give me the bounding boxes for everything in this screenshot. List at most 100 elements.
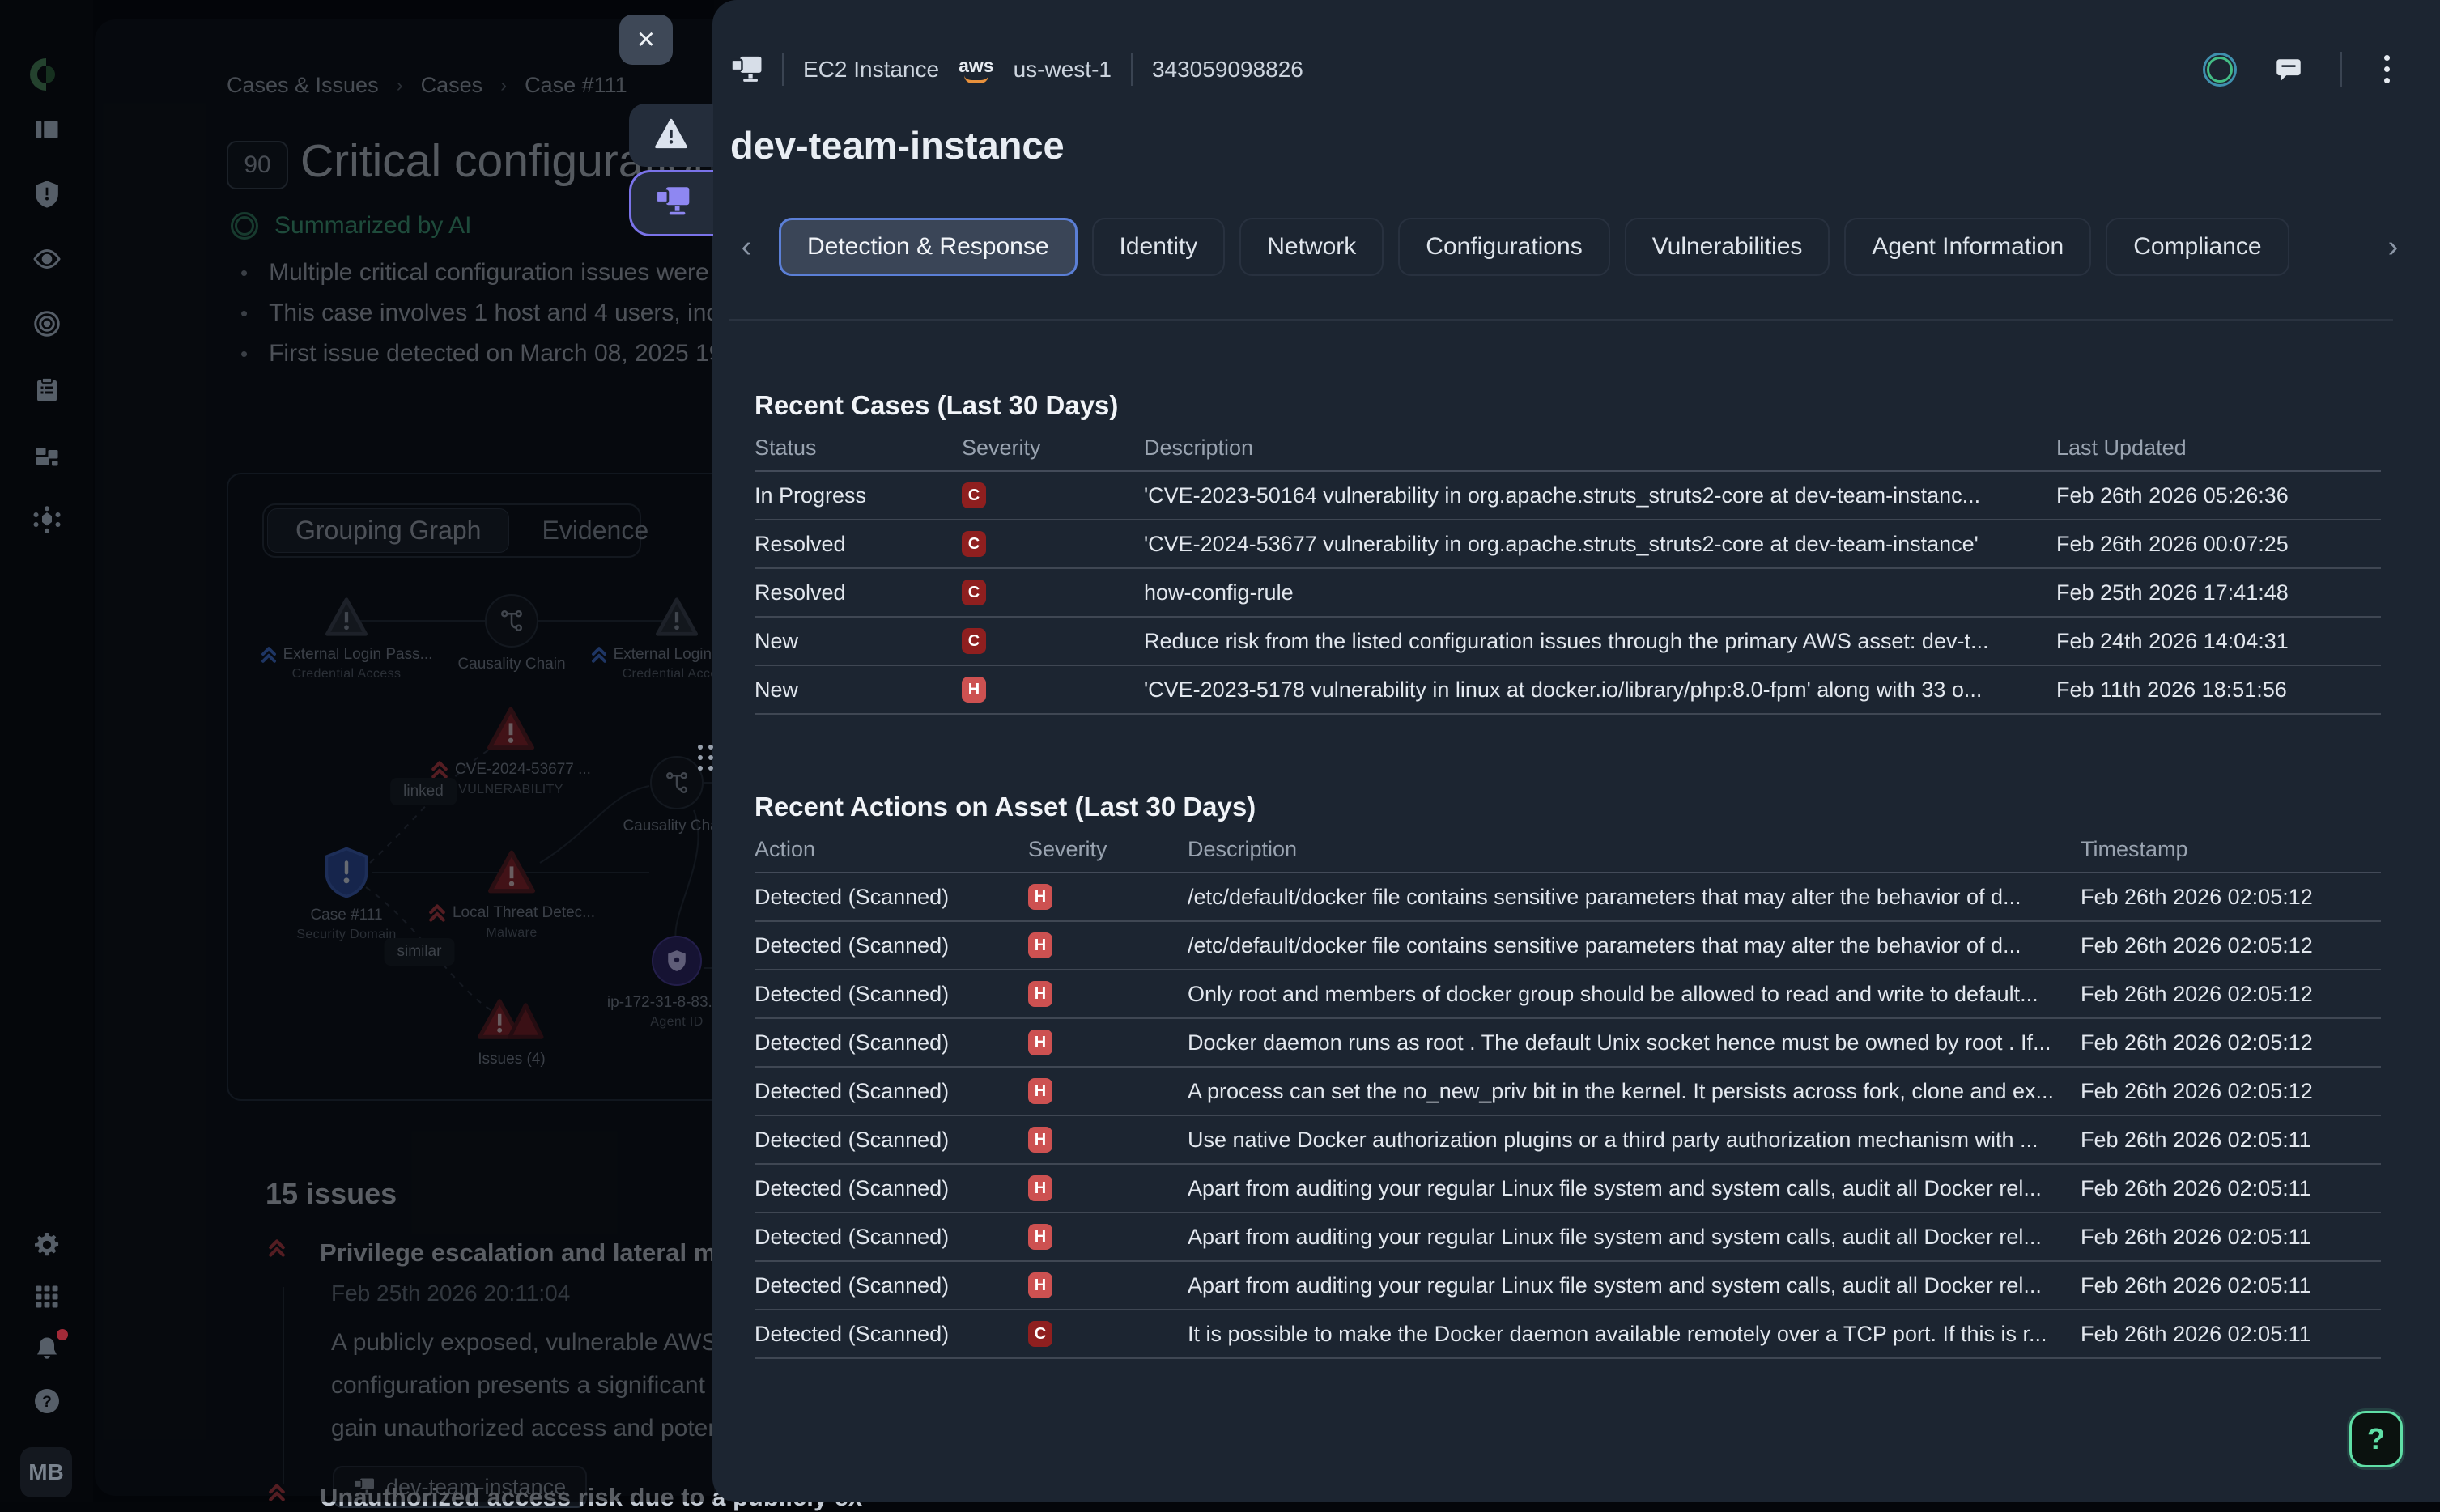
action-timestamp: Feb 26th 2026 02:05:11	[2081, 1273, 2381, 1298]
help-button[interactable]: ?	[2349, 1411, 2403, 1467]
tab-configurations[interactable]: Configurations	[1398, 218, 1609, 276]
action-type: Detected (Scanned)	[755, 1273, 1028, 1298]
action-severity: H	[1028, 1224, 1188, 1250]
tabs-scroll-left-icon[interactable]: ‹	[729, 229, 764, 265]
close-panel-button[interactable]: ×	[619, 15, 673, 65]
tab-vulnerabilities[interactable]: Vulnerabilities	[1625, 218, 1830, 276]
asset-title: dev-team-instance	[730, 123, 1065, 168]
table-row[interactable]: Detected (Scanned)HApart from auditing y…	[755, 1213, 2381, 1262]
dashboard-panels-icon[interactable]	[0, 104, 93, 155]
table-row[interactable]: NewCReduce risk from the listed configur…	[755, 618, 2381, 666]
table-row[interactable]: Detected (Scanned)HA process can set the…	[755, 1068, 2381, 1116]
case-status: Resolved	[755, 580, 962, 605]
table-row[interactable]: Detected (Scanned)CIt is possible to mak…	[755, 1310, 2381, 1359]
table-row[interactable]: Detected (Scanned)HApart from auditing y…	[755, 1262, 2381, 1310]
tabs-scroll-right-icon[interactable]: ›	[2375, 229, 2411, 265]
chat-icon[interactable]	[2274, 56, 2303, 83]
severity-badge: C	[1028, 1321, 1052, 1347]
action-severity: C	[1028, 1321, 1188, 1347]
column-header-description: Description	[1144, 435, 2056, 461]
recent-actions-title: Recent Actions on Asset (Last 30 Days)	[755, 792, 2381, 827]
case-last-updated: Feb 26th 2026 05:26:36	[2056, 483, 2381, 508]
table-row[interactable]: Detected (Scanned)HOnly root and members…	[755, 970, 2381, 1019]
user-avatar[interactable]: MB	[20, 1447, 72, 1497]
case-status: In Progress	[755, 483, 962, 508]
asset-monitor-icon	[655, 185, 691, 222]
action-type: Detected (Scanned)	[755, 982, 1028, 1007]
table-row[interactable]: Detected (Scanned)H Docker daemon runs as…	[755, 1019, 2381, 1068]
panel-resize-handle[interactable]	[698, 745, 713, 771]
gear-icon[interactable]	[0, 1221, 93, 1272]
action-severity: H	[1028, 1127, 1188, 1153]
action-description: Docker daemon runs as root . The default…	[1188, 1030, 2081, 1055]
table-row[interactable]: Detected (Scanned)H/etc/default/docker f…	[755, 922, 2381, 970]
shield-alert-icon[interactable]	[0, 168, 93, 220]
account-id-label: 343059098826	[1152, 57, 1303, 83]
table-row[interactable]: Detected (Scanned)HUse native Docker aut…	[755, 1116, 2381, 1165]
tab-compliance[interactable]: Compliance	[2106, 218, 2289, 276]
target-rings-icon[interactable]	[0, 298, 93, 350]
actions-divider	[2340, 52, 2342, 87]
severity-badge: H	[1028, 1127, 1052, 1153]
case-description: how-config-rule	[1144, 580, 2056, 605]
tab-detection-response[interactable]: Detection & Response	[779, 218, 1078, 276]
panel-actions	[2203, 50, 2395, 88]
warning-triangle-icon	[654, 118, 688, 153]
table-row[interactable]: ResolvedChow-config-ruleFeb 25th 2026 17…	[755, 569, 2381, 618]
column-header-timestamp: Timestamp	[2081, 837, 2381, 862]
case-status: New	[755, 677, 962, 703]
clipboard-list-icon[interactable]	[0, 364, 93, 416]
column-header-description: Description	[1188, 837, 2081, 862]
table-row[interactable]: ResolvedC'CVE-2024-53677 vulnerability i…	[755, 520, 2381, 569]
severity-badge: H	[1028, 1078, 1052, 1104]
action-description: Apart from auditing your regular Linux f…	[1188, 1225, 2081, 1250]
case-description: 'CVE-2023-5178 vulnerability in linux at…	[1144, 677, 2056, 703]
severity-badge: C	[962, 628, 986, 654]
tab-network[interactable]: Network	[1239, 218, 1384, 276]
kebab-menu-icon[interactable]	[2379, 50, 2395, 88]
action-timestamp: Feb 26th 2026 02:05:11	[2081, 1128, 2381, 1153]
action-timestamp: Feb 26th 2026 02:05:11	[2081, 1225, 2381, 1250]
tab-identity[interactable]: Identity	[1092, 218, 1226, 276]
case-severity: C	[962, 628, 1144, 654]
action-timestamp: Feb 26th 2026 02:05:12	[2081, 1079, 2381, 1104]
ai-assistant-icon[interactable]	[2203, 53, 2237, 87]
severity-badge: H	[1028, 884, 1052, 910]
action-timestamp: Feb 26th 2026 02:05:12	[2081, 1030, 2381, 1055]
case-description: Reduce risk from the listed configuratio…	[1144, 629, 2056, 654]
svg-text:?: ?	[42, 1392, 52, 1410]
tab-agent-information[interactable]: Agent Information	[1844, 218, 2091, 276]
action-timestamp: Feb 26th 2026 02:05:11	[2081, 1322, 2381, 1347]
severity-badge: H	[962, 677, 986, 703]
help-circle-icon[interactable]: ?	[0, 1377, 93, 1429]
case-description: 'CVE-2024-53677 vulnerability in org.apa…	[1144, 532, 2056, 557]
app-logo[interactable]	[27, 55, 66, 94]
column-header-action: Action	[755, 837, 1028, 862]
table-row[interactable]: NewH 'CVE-2023-5178 vulnerability in linu…	[755, 666, 2381, 715]
asset-tabs: ‹ Detection & ResponseIdentityNetworkCon…	[729, 217, 2411, 277]
severity-badge: H	[1028, 1224, 1052, 1250]
action-description: Apart from auditing your regular Linux f…	[1188, 1176, 2081, 1201]
table-row[interactable]: Detected (Scanned)H/etc/default/docker f…	[755, 873, 2381, 922]
action-description: Use native Docker authorization plugins …	[1188, 1128, 2081, 1153]
table-row[interactable]: Detected (Scanned)HApart from auditing y…	[755, 1165, 2381, 1213]
apps-grid-icon[interactable]	[0, 1272, 93, 1324]
recent-cases-title: Recent Cases (Last 30 Days)	[755, 390, 2381, 426]
case-last-updated: Feb 26th 2026 00:07:25	[2056, 532, 2381, 557]
alerts-side-tab[interactable]	[629, 104, 713, 167]
action-type: Detected (Scanned)	[755, 1322, 1028, 1347]
action-severity: H	[1028, 1030, 1188, 1055]
asset-side-tab-active[interactable]	[629, 170, 713, 236]
action-type: Detected (Scanned)	[755, 1079, 1028, 1104]
table-row[interactable]: In ProgressC'CVE-2023-50164 vulnerabilit…	[755, 472, 2381, 520]
action-description: /etc/default/docker file contains sensit…	[1188, 885, 2081, 910]
action-timestamp: Feb 26th 2026 02:05:12	[2081, 933, 2381, 958]
eye-icon[interactable]	[0, 233, 93, 285]
asset-blocks-icon[interactable]	[0, 429, 93, 481]
bell-icon[interactable]	[0, 1324, 93, 1376]
action-type: Detected (Scanned)	[755, 1030, 1028, 1055]
action-type: Detected (Scanned)	[755, 885, 1028, 910]
column-header-status: Status	[755, 435, 962, 461]
threat-burst-icon[interactable]	[0, 494, 93, 546]
severity-badge: H	[1028, 1030, 1052, 1055]
